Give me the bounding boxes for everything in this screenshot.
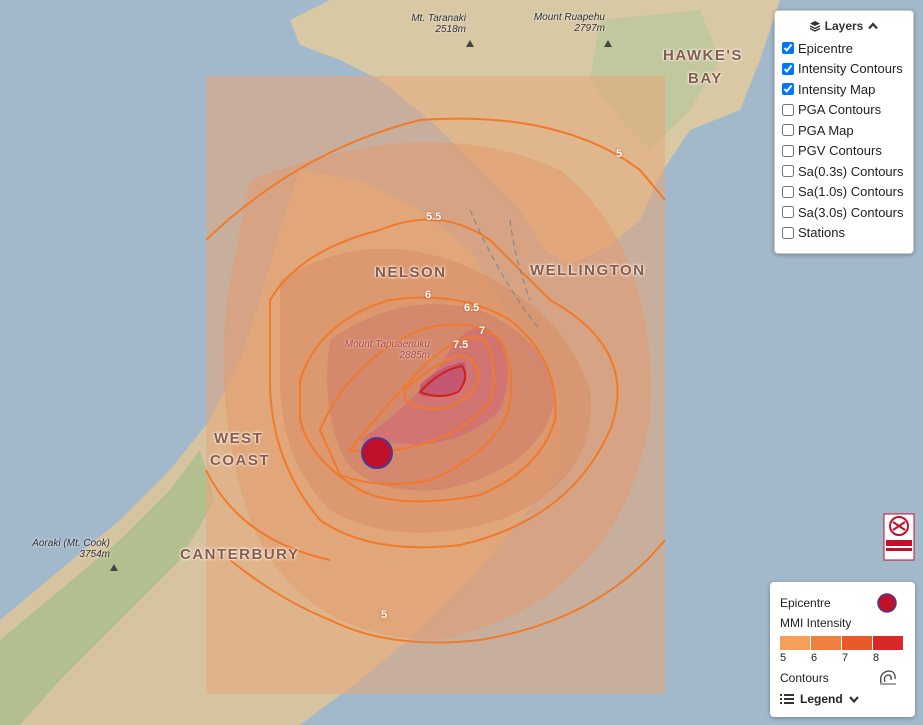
- layer-checkbox[interactable]: [782, 226, 794, 239]
- layers-icon: [809, 21, 820, 32]
- chevron-up-icon: [868, 22, 879, 30]
- legend-swatch-7: [842, 636, 872, 650]
- gns-logo: [883, 513, 915, 561]
- peak-aoraki: Aoraki (Mt. Cook) 3754m: [10, 538, 110, 560]
- layers-panel: Layers Epicentre Intensity Contours Intens…: [774, 10, 914, 254]
- legend-tick-8: 8: [873, 652, 880, 664]
- layer-label: Intensity Contours: [798, 61, 903, 77]
- layer-item[interactable]: Sa(1.0s) Contours: [781, 182, 913, 203]
- layer-label: Intensity Map: [798, 81, 876, 97]
- layer-item[interactable]: Intensity Contours: [781, 59, 913, 80]
- layer-checkbox[interactable]: [782, 206, 794, 219]
- legend-toggle[interactable]: Legend: [780, 692, 860, 706]
- peak-taranaki-name: Mt. Taranaki: [411, 13, 466, 24]
- layer-checkbox[interactable]: [782, 83, 794, 96]
- region-label-wellington: WELLINGTON: [530, 262, 646, 279]
- legend-swatch-5: [780, 636, 810, 650]
- layer-label: PGA Contours: [798, 102, 882, 118]
- region-label-west: WEST: [214, 430, 264, 447]
- legend-swatch-6: [811, 636, 841, 650]
- peak-tapuaenuku: Mount Tapuaenuku 2885m: [330, 339, 430, 361]
- legend-contours-label: Contours: [780, 671, 829, 685]
- legend-swatch-8: [873, 636, 903, 650]
- epicentre-legend-icon: [877, 593, 897, 613]
- legend-tick-6: 6: [811, 652, 818, 664]
- layer-item[interactable]: Intensity Map: [781, 79, 913, 100]
- layer-checkbox[interactable]: [782, 103, 794, 116]
- layer-label: PGV Contours: [798, 143, 882, 159]
- contour-label-6: 6: [425, 289, 432, 301]
- legend-epicentre-label: Epicentre: [780, 596, 831, 610]
- layers-header[interactable]: Layers: [775, 19, 913, 33]
- layer-label: Sa(1.0s) Contours: [798, 184, 904, 200]
- layer-checkbox[interactable]: [782, 42, 794, 55]
- contours-icon: [880, 670, 896, 685]
- layer-item[interactable]: PGV Contours: [781, 141, 913, 162]
- legend-tick-7: 7: [842, 652, 849, 664]
- contour-label-5-top: 5: [616, 148, 623, 160]
- contour-label-65: 6.5: [464, 302, 480, 314]
- layers-title: Layers: [824, 19, 864, 33]
- peak-aoraki-name: Aoraki (Mt. Cook): [32, 538, 110, 549]
- layer-label: Stations: [798, 225, 845, 241]
- legend-toggle-label: Legend: [800, 692, 843, 706]
- peak-ruapehu-elev: 2797m: [574, 23, 605, 34]
- layer-label: Sa(0.3s) Contours: [798, 163, 904, 179]
- contour-label-5-bottom: 5: [381, 609, 388, 621]
- chevron-down-icon: [848, 696, 859, 704]
- region-label-coast: COAST: [210, 452, 270, 469]
- peak-tapuaenuku-elev: 2885m: [399, 350, 430, 361]
- layer-item[interactable]: PGA Map: [781, 120, 913, 141]
- layer-checkbox[interactable]: [782, 62, 794, 75]
- layer-checkbox[interactable]: [782, 124, 794, 137]
- contour-label-55: 5.5: [426, 211, 442, 223]
- list-icon: [780, 694, 794, 704]
- region-label-nelson: NELSON: [375, 264, 447, 281]
- peak-tapuaenuku-name: Mount Tapuaenuku: [344, 339, 430, 350]
- layer-label: PGA Map: [798, 122, 854, 138]
- region-label-hawkes: HAWKE'S: [663, 47, 743, 64]
- layer-item[interactable]: PGA Contours: [781, 100, 913, 121]
- epicentre-marker[interactable]: [361, 437, 393, 469]
- peak-taranaki: Mt. Taranaki 2518m: [396, 13, 466, 35]
- region-label-bay: BAY: [688, 70, 723, 87]
- region-label-canterbury: CANTERBURY: [180, 546, 300, 563]
- legend-tick-5: 5: [780, 652, 787, 664]
- layer-item[interactable]: Sa(3.0s) Contours: [781, 202, 913, 223]
- layer-checkbox[interactable]: [782, 165, 794, 178]
- peak-taranaki-elev: 2518m: [435, 24, 466, 35]
- layer-label: Sa(3.0s) Contours: [798, 204, 904, 220]
- layer-checkbox[interactable]: [782, 185, 794, 198]
- peak-ruapehu-name: Mount Ruapehu: [533, 12, 605, 23]
- layer-label: Epicentre: [798, 40, 853, 56]
- legend-panel: Epicentre MMI Intensity 5 6 7 8 Contours…: [770, 582, 915, 717]
- contour-label-75: 7.5: [453, 339, 469, 351]
- layer-list: Epicentre Intensity Contours Intensity Map…: [781, 38, 913, 243]
- layer-checkbox[interactable]: [782, 144, 794, 157]
- layer-item[interactable]: Sa(0.3s) Contours: [781, 161, 913, 182]
- layer-item[interactable]: Epicentre: [781, 38, 913, 59]
- legend-mmi-label: MMI Intensity: [780, 616, 852, 630]
- peak-ruapehu: Mount Ruapehu 2797m: [515, 12, 605, 34]
- layer-item[interactable]: Stations: [781, 223, 913, 244]
- peak-aoraki-elev: 3754m: [79, 549, 110, 560]
- contour-label-7: 7: [479, 325, 486, 337]
